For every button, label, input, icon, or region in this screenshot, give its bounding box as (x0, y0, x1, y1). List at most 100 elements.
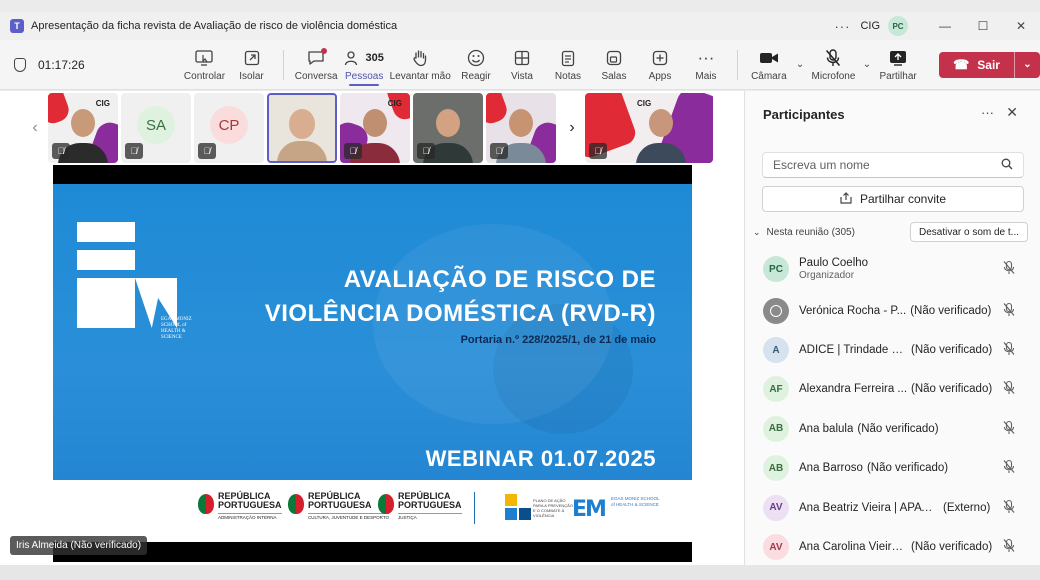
reagir-button[interactable]: Reagir (453, 40, 499, 90)
share-label: Partilhar (879, 71, 917, 82)
panel-more-icon[interactable]: ··· (981, 105, 994, 120)
microphone-label: Microfone (811, 71, 856, 82)
slide-webinar-date: WEBINAR 01.07.2025 (425, 446, 656, 471)
logo-name2: PORTUGUESA (398, 500, 462, 510)
ellipsis-icon[interactable]: ··· (834, 19, 850, 34)
participant-name: Ana Barroso (799, 462, 863, 475)
levantar-mao-button[interactable]: Levantar mão (387, 40, 453, 90)
muted-mic-icon: 🎙̸ (52, 143, 70, 159)
logo-dept: CULTURA, JUVENTUDE E DESPORTO (308, 513, 390, 520)
vista-button[interactable]: Vista (499, 40, 545, 90)
participant-head (436, 109, 460, 137)
participant-tile-8[interactable]: CIG 🎙̸ (585, 93, 713, 163)
camera-options-chevron-icon[interactable]: ⌄ (796, 59, 804, 70)
salas-button[interactable]: Salas (591, 40, 637, 90)
strip-next-chevron-icon[interactable]: › (559, 93, 585, 163)
muted-mic-icon: 🎙̸ (490, 143, 508, 159)
participant-tile-5[interactable]: CIG 🎙̸ (340, 93, 410, 163)
participant-status: (Não verificado) (911, 383, 993, 396)
egas-moniz-small-logo: EM (572, 497, 607, 522)
share-icon (840, 191, 852, 207)
participant-initials-avatar: CP (210, 105, 248, 144)
panel-close-icon[interactable]: ✕ (1006, 104, 1018, 121)
participant-head (289, 109, 315, 139)
camera-button[interactable]: Câmara (746, 40, 792, 90)
meeting-stage: ‹ CIG 🎙̸ SA 🎙̸ CP 🎙̸ CIG 🎙̸ 🎙̸ 🎙̸ › CIG … (0, 91, 744, 565)
participant-search-box[interactable] (762, 152, 1024, 178)
participant-search-input[interactable] (773, 158, 993, 172)
apps-button[interactable]: Apps (637, 40, 683, 90)
mic-off-icon (1003, 499, 1015, 516)
shield-icon (14, 57, 26, 72)
slide-title-area: EGAS MONIZ SCHOOL of HEALTH & SCIENCE AV… (53, 184, 692, 480)
leave-options-chevron-icon[interactable]: ⌄ (1013, 51, 1040, 78)
share-button[interactable]: Partilhar (875, 40, 921, 90)
muted-mic-icon: 🎙̸ (198, 143, 216, 159)
leave-main[interactable]: ☎ Sair (939, 52, 1014, 78)
participant-name: ADICE | Trindade V... (799, 344, 907, 357)
list-item[interactable]: AF Alexandra Ferreira ... (Não verificad… (745, 370, 1040, 409)
leave-button[interactable]: ☎ Sair ⌄ (939, 51, 1040, 78)
list-item[interactable]: AV Ana Beatriz Vieira | APAV |... (Exter… (745, 488, 1040, 527)
mute-all-button[interactable]: Desativar o som de t... (910, 222, 1028, 242)
panel-title: Participantes (763, 107, 845, 122)
list-item[interactable]: A ADICE | Trindade V... (Não verificado) (745, 330, 1040, 369)
close-icon[interactable]: ✕ (1002, 19, 1040, 33)
share-invite-button[interactable]: Partilhar convite (762, 186, 1024, 212)
participant-status: (Não verificado) (911, 344, 993, 357)
list-item[interactable]: AV Ana Carolina Vieira... (Não verificad… (745, 527, 1040, 566)
hang-up-phone-icon: ☎ (953, 56, 970, 72)
raise-hand-icon (412, 47, 428, 69)
search-icon[interactable] (1001, 158, 1013, 173)
participant-tile-6[interactable]: 🎙̸ (413, 93, 483, 163)
microphone-button[interactable]: Microfone (808, 40, 858, 90)
org-name[interactable]: CIG (860, 20, 880, 32)
logo-name2: PORTUGUESA (218, 500, 282, 510)
maximize-icon[interactable]: ☐ (964, 19, 1002, 33)
republica-logo-mai: REPÚBLICA PORTUGUESA ADMINISTRAÇÃO INTERNA (198, 492, 282, 521)
egas-moniz-logo: EGAS MONIZ SCHOOL of HEALTH & SCIENCE (77, 222, 192, 340)
more-icon: ··· (697, 48, 715, 67)
republica-logo-cultura: REPÚBLICA PORTUGUESA CULTURA, JUVENTUDE E … (288, 492, 390, 521)
list-item[interactable]: AB Ana balula (Não verificado) (745, 409, 1040, 448)
participant-tile-cp[interactable]: CP 🎙̸ (194, 93, 264, 163)
conversa-button[interactable]: Conversa (291, 40, 341, 90)
participant-tile-sa[interactable]: SA 🎙̸ (121, 93, 191, 163)
notas-label: Notas (554, 71, 582, 82)
reagir-label: Reagir (461, 71, 491, 82)
user-avatar[interactable]: PC (888, 16, 908, 36)
person-icon (770, 304, 782, 317)
apps-plus-icon (652, 47, 668, 69)
isolar-button[interactable]: Isolar (229, 40, 275, 90)
meeting-toolbar: 01:17:26 Controlar Isolar Conversa 305 P… (0, 40, 1040, 90)
notas-button[interactable]: Notas (545, 40, 591, 90)
participant-tile-7[interactable]: 🎙̸ (486, 93, 556, 163)
controlar-button[interactable]: Controlar (180, 40, 228, 90)
logo-divider (474, 492, 475, 524)
participant-name: Alexandra Ferreira ... (799, 383, 907, 396)
muted-mic-icon: 🎙̸ (417, 143, 435, 159)
strip-prev-chevron-icon[interactable]: ‹ (22, 93, 48, 163)
logo-school-text: EGAS MONIZ SCHOOL of HEALTH & SCIENCE (161, 317, 192, 340)
participant-role: Organizador (799, 270, 855, 281)
toolbar-divider (282, 49, 284, 80)
logo-dept: JUSTIÇA (398, 513, 462, 521)
mais-button[interactable]: ··· Mais (683, 40, 729, 90)
mic-options-chevron-icon[interactable]: ⌄ (863, 59, 871, 70)
meeting-timer: 01:17:26 (14, 57, 180, 72)
unread-dot (320, 47, 327, 54)
list-item[interactable]: Verónica Rocha - P... (Não verificado) (745, 291, 1040, 330)
participant-name: Ana Carolina Vieira... (799, 541, 907, 554)
list-item[interactable]: PC Paulo Coelho Organizador (745, 247, 1040, 291)
participant-tile-speaking[interactable] (267, 93, 337, 163)
pessoas-button[interactable]: 305 Pessoas (341, 40, 387, 90)
avatar: AV (763, 494, 789, 521)
participant-name: Ana Beatriz Vieira | APAV |... (799, 501, 939, 514)
participant-tile-1[interactable]: CIG 🎙̸ (48, 93, 118, 163)
mic-off-icon (1003, 420, 1015, 437)
minimize-icon[interactable]: — (926, 19, 964, 33)
participant-head (509, 109, 533, 137)
list-item[interactable]: AB Ana Barroso (Não verificado) (745, 449, 1040, 488)
participant-head (649, 109, 673, 137)
shared-presentation[interactable]: EGAS MONIZ SCHOOL of HEALTH & SCIENCE AV… (53, 165, 692, 562)
